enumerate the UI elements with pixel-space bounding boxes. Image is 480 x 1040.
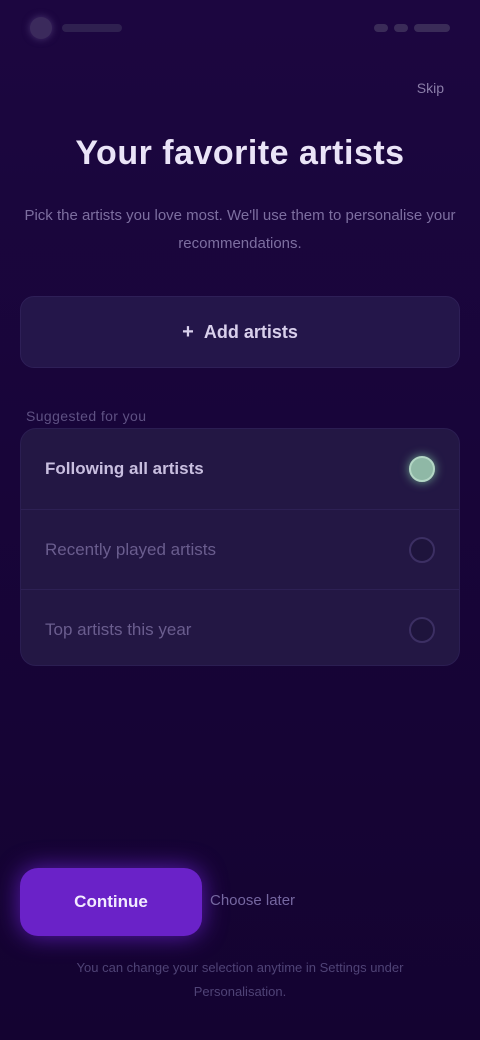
- battery-icon: [414, 24, 450, 32]
- add-artists-label: Add artists: [203, 321, 298, 342]
- radio-selected-icon[interactable]: [409, 456, 435, 482]
- list-item-label: Top artists this year: [45, 619, 192, 639]
- footnote-text: You can change your selection anytime in…: [76, 960, 404, 999]
- list-item-label: Following all artists: [45, 459, 204, 478]
- list-item-label: Recently played artists: [45, 539, 217, 559]
- onboarding-screen: Skip Your favorite artists Pick the arti…: [0, 0, 480, 1040]
- radio-icon[interactable]: [409, 616, 435, 643]
- list-item[interactable]: Following all artists: [21, 429, 459, 509]
- app-logo: [30, 17, 122, 39]
- radio-icon[interactable]: [409, 536, 435, 563]
- choose-later-link[interactable]: Choose later: [210, 892, 295, 909]
- options-list: Following all artists Recently played ar…: [20, 428, 460, 666]
- logo-icon: [30, 17, 52, 39]
- signal-icon: [374, 24, 388, 32]
- skip-link[interactable]: Skip: [417, 80, 444, 96]
- page-title: Your favorite artists: [75, 134, 405, 172]
- list-item[interactable]: Recently played artists: [21, 509, 459, 589]
- status-bar: [30, 14, 450, 42]
- logo-wordmark: [62, 24, 122, 32]
- status-icons: [374, 24, 450, 32]
- section-label: Suggested for you: [26, 408, 147, 424]
- wifi-icon: [394, 24, 408, 32]
- continue-button[interactable]: Continue: [20, 868, 202, 936]
- plus-icon: +: [182, 320, 194, 343]
- list-item[interactable]: Top artists this year: [21, 589, 459, 665]
- page-subtitle: Pick the artists you love most. We'll us…: [24, 207, 456, 252]
- add-artists-button[interactable]: + Add artists: [20, 296, 460, 368]
